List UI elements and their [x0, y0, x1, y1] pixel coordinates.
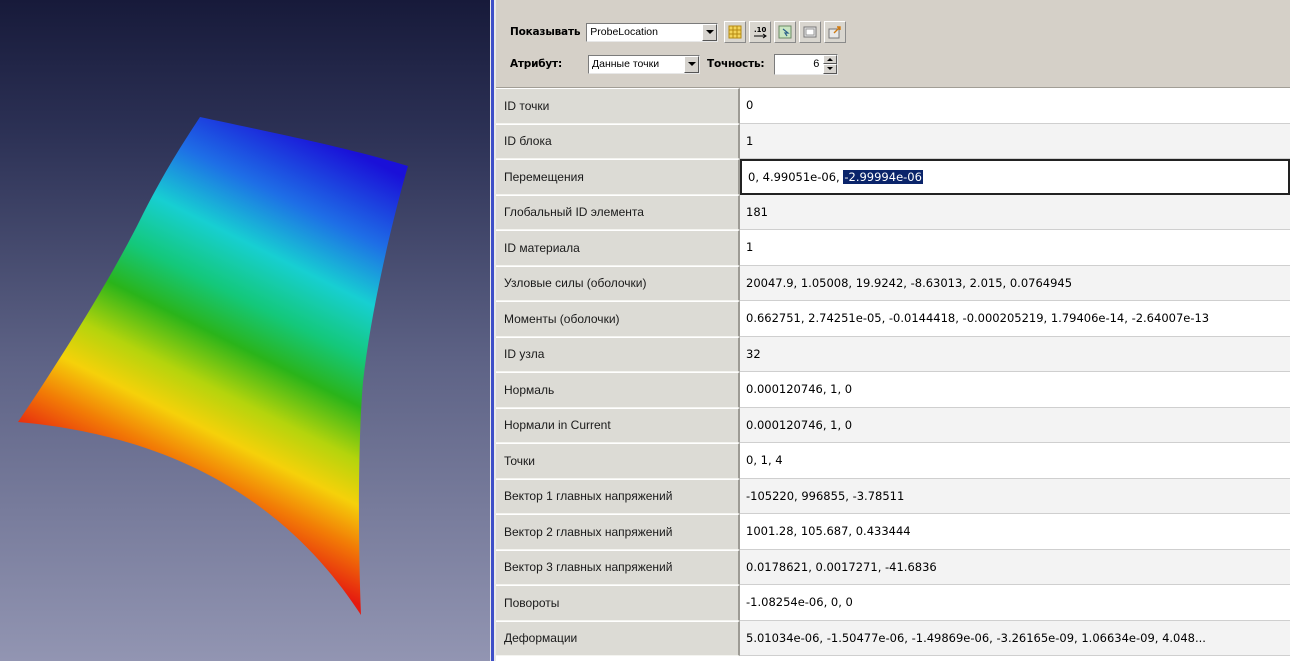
spreadsheet-toolbar: Показывать ProbeLocation .10 Атрибут: Да… — [496, 0, 1290, 88]
property-name: Моменты (оболочки) — [496, 301, 740, 337]
attribute-dropdown-value: Данные точки — [592, 58, 660, 70]
table-row: Вектор 3 главных напряжений 0.0178621, 0… — [496, 549, 1290, 585]
table-row: ID точки 0 — [496, 88, 1290, 124]
precision-spinbox[interactable]: 6 — [774, 53, 839, 75]
table-row: Нормаль 0.000120746, 1, 0 — [496, 372, 1290, 408]
property-value[interactable]: 20047.9, 1.05008, 19.9242, -8.63013, 2.0… — [740, 265, 1290, 301]
property-value-editing[interactable]: 0, 4.99051e-06, -2.99994e-06 — [740, 159, 1290, 195]
spin-up-icon[interactable] — [823, 54, 838, 64]
copy-icon[interactable] — [799, 21, 822, 43]
property-name: Глобальный ID элемента — [496, 194, 740, 230]
value-text: 0, 4.99051e-06, — [748, 169, 844, 184]
properties-table: ID точки 0 ID блока 1 Перемещения 0, 4.9… — [496, 88, 1290, 656]
svg-text:.10: .10 — [754, 26, 767, 34]
property-name: Точки — [496, 443, 740, 479]
table-row: Точки 0, 1, 4 — [496, 443, 1290, 479]
property-value[interactable]: -1.08254e-06, 0, 0 — [740, 585, 1290, 621]
property-value[interactable]: 5.01034e-06, -1.50477e-06, -1.49869e-06,… — [740, 620, 1290, 656]
property-name: Деформации — [496, 620, 740, 656]
render-viewport[interactable] — [0, 0, 490, 661]
spreadsheet-panel: Показывать ProbeLocation .10 Атрибут: Да… — [496, 0, 1290, 661]
table-row: Узловые силы (оболочки) 20047.9, 1.05008… — [496, 265, 1290, 301]
selected-text: -2.99994e-06 — [843, 169, 923, 184]
deformed-shell-mesh — [18, 117, 408, 615]
property-name: Узловые силы (оболочки) — [496, 265, 740, 301]
property-name: Повороты — [496, 585, 740, 621]
property-value[interactable]: 0.000120746, 1, 0 — [740, 372, 1290, 408]
decimal-icon[interactable]: .10 — [749, 21, 772, 43]
attribute-dropdown[interactable]: Данные точки — [588, 54, 700, 74]
property-value[interactable]: 0, 1, 4 — [740, 443, 1290, 479]
precision-label: Точность: — [707, 58, 765, 70]
property-name: Вектор 3 главных напряжений — [496, 549, 740, 585]
select-icon[interactable] — [774, 21, 797, 43]
table-row: Глобальный ID элемента 181 — [496, 194, 1290, 230]
property-value[interactable]: 32 — [740, 336, 1290, 372]
show-dropdown-value: ProbeLocation — [590, 26, 658, 38]
property-name: ID материала — [496, 230, 740, 266]
show-dropdown[interactable]: ProbeLocation — [586, 22, 719, 42]
attribute-label: Атрибут: — [510, 58, 562, 70]
property-name: Вектор 1 главных напряжений — [496, 478, 740, 514]
show-label: Показывать — [510, 26, 581, 38]
table-row: Повороты -1.08254e-06, 0, 0 — [496, 585, 1290, 621]
grid-icon[interactable] — [724, 21, 747, 43]
table-row: Нормали in Current 0.000120746, 1, 0 — [496, 407, 1290, 443]
property-value[interactable]: 0.0178621, 0.0017271, -41.6836 — [740, 549, 1290, 585]
property-value[interactable]: 0.662751, 2.74251e-05, -0.0144418, -0.00… — [740, 301, 1290, 337]
table-row: Моменты (оболочки) 0.662751, 2.74251e-05… — [496, 301, 1290, 337]
table-row: Перемещения 0, 4.99051e-06, -2.99994e-06 — [496, 159, 1290, 195]
property-value[interactable]: 1 — [740, 230, 1290, 266]
property-value[interactable]: -105220, 996855, -3.78511 — [740, 478, 1290, 514]
property-name: Нормаль — [496, 372, 740, 408]
property-value[interactable]: 0.000120746, 1, 0 — [740, 407, 1290, 443]
chevron-down-icon[interactable] — [684, 55, 699, 73]
chevron-down-icon[interactable] — [702, 23, 718, 41]
table-row: Вектор 2 главных напряжений 1001.28, 105… — [496, 514, 1290, 550]
property-name: Нормали in Current — [496, 407, 740, 443]
property-name: Перемещения — [496, 159, 740, 195]
property-name: ID узла — [496, 336, 740, 372]
table-row: Вектор 1 главных напряжений -105220, 996… — [496, 478, 1290, 514]
property-value[interactable]: 1 — [740, 123, 1290, 159]
property-name: ID точки — [496, 88, 740, 124]
property-name: Вектор 2 главных напряжений — [496, 514, 740, 550]
spin-down-icon[interactable] — [823, 64, 838, 74]
property-value[interactable]: 1001.28, 105.687, 0.433444 — [740, 514, 1290, 550]
table-row: Деформации 5.01034e-06, -1.50477e-06, -1… — [496, 620, 1290, 656]
shell-surface-plot — [18, 117, 408, 615]
table-row: ID материала 1 — [496, 230, 1290, 266]
property-name: ID блока — [496, 123, 740, 159]
property-value[interactable]: 181 — [740, 194, 1290, 230]
precision-value[interactable]: 6 — [775, 58, 823, 70]
property-value[interactable]: 0 — [740, 88, 1290, 124]
export-icon[interactable] — [824, 21, 847, 43]
table-row: ID узла 32 — [496, 336, 1290, 372]
table-row: ID блока 1 — [496, 123, 1290, 159]
